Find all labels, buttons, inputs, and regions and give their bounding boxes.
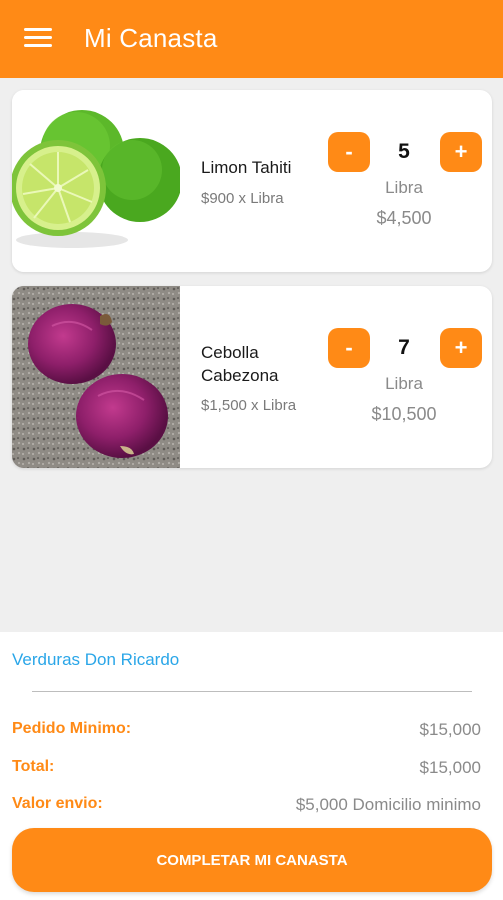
minimum-order-value: $15,000 xyxy=(419,720,481,739)
complete-cart-button[interactable]: COMPLETAR MI CANASTA xyxy=(12,828,492,892)
total-label: Total: xyxy=(12,758,55,775)
quantity-value: 7 xyxy=(398,336,410,359)
item-subtotal: $4,500 xyxy=(376,208,432,228)
quantity-value: 5 xyxy=(398,140,410,163)
lime-product-image xyxy=(12,90,180,272)
order-summary: Verduras Don Ricardo Pedido Minimo: $15,… xyxy=(0,632,503,900)
product-unit-price: $1,500 x Libra xyxy=(201,397,297,414)
app-title: Mi Canasta xyxy=(84,23,218,53)
quantity-unit: Libra xyxy=(385,178,423,197)
increase-quantity-button[interactable]: + xyxy=(440,328,482,368)
divider xyxy=(32,691,472,692)
minimum-order-label: Pedido Minimo: xyxy=(12,720,132,737)
product-unit-price: $900 x Libra xyxy=(201,190,284,207)
onion-product-image xyxy=(12,286,180,468)
decrease-quantity-button[interactable]: - xyxy=(328,328,370,368)
cart-item-cebolla: Cebolla Cabezona $1,500 x Libra - 7 + Li… xyxy=(12,286,492,468)
shipping-label: Valor envio: xyxy=(12,795,103,812)
menu-icon[interactable] xyxy=(24,26,52,48)
product-name: Limon Tahiti xyxy=(201,158,292,177)
shipping-value: $5,000 Domicilio minimo xyxy=(295,795,481,814)
quantity-unit: Libra xyxy=(385,374,423,393)
total-value: $15,000 xyxy=(419,758,481,777)
product-name: Cebolla Cabezona xyxy=(201,343,279,385)
increase-quantity-button[interactable]: + xyxy=(440,132,482,172)
item-subtotal: $10,500 xyxy=(371,404,437,424)
decrease-quantity-button[interactable]: - xyxy=(328,132,370,172)
app-bar: Mi Canasta xyxy=(0,0,503,78)
store-name-link[interactable]: Verduras Don Ricardo xyxy=(12,650,179,670)
cart-item-limon: Limon Tahiti $900 x Libra - 5 + Libra $4… xyxy=(12,90,492,272)
